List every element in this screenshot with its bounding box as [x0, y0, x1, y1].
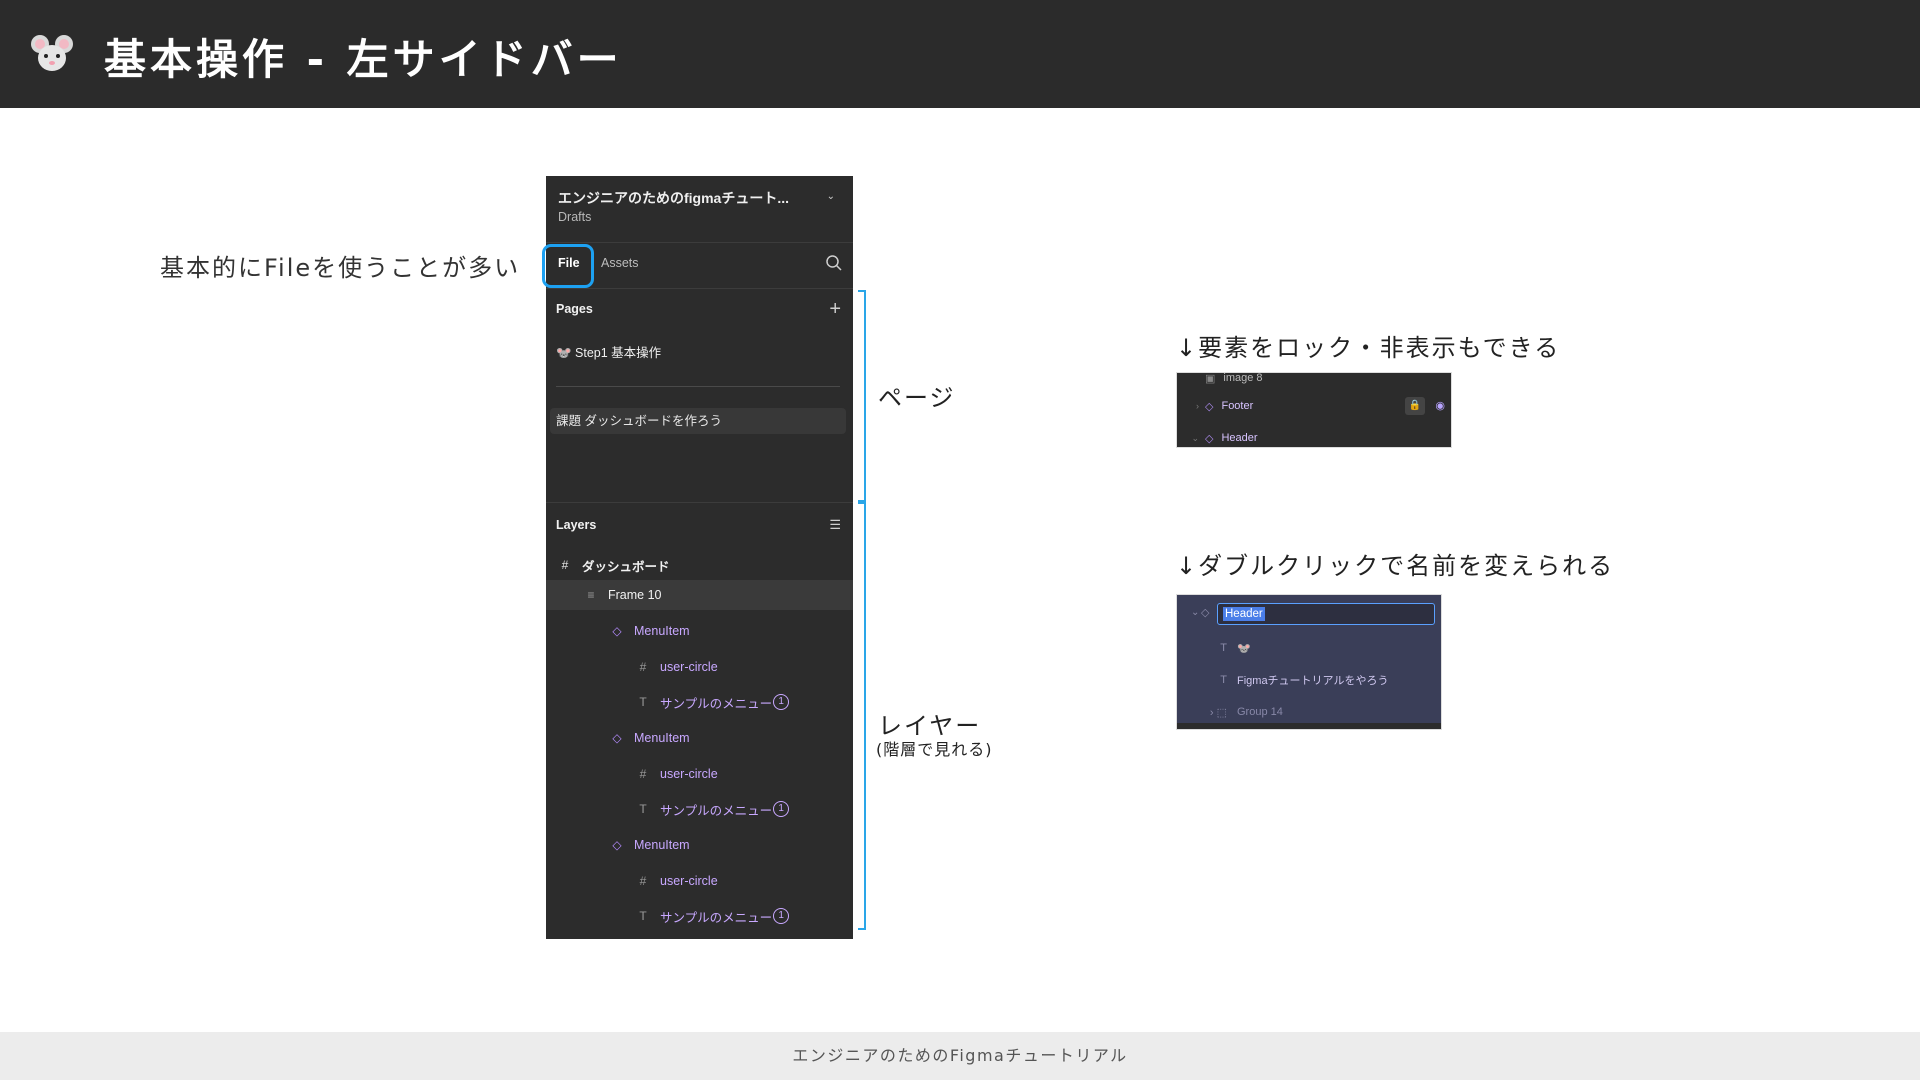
rename-input[interactable]: Header: [1217, 603, 1435, 625]
layer-row[interactable]: T サンプルのメニュー 1: [546, 794, 853, 824]
group-icon: › ⬚: [1209, 706, 1227, 719]
page-divider: [556, 386, 840, 387]
file-tab-highlight: [542, 244, 594, 288]
file-name[interactable]: エンジニアのためのfigmaチュート...: [558, 188, 789, 208]
pages-note: ページ: [878, 384, 956, 412]
page-title: 基本操作 - 左サイドバー: [104, 35, 623, 84]
title-bar: 基本操作 - 左サイドバー: [0, 0, 1920, 108]
layer-name: Header: [1221, 432, 1258, 444]
panel-edge: [1177, 723, 1441, 729]
component-icon: ◇: [1205, 432, 1214, 445]
component-icon: ◇: [612, 731, 622, 745]
layer-name: MenuItem: [634, 624, 690, 638]
layer-row: ⌄ ◇ Header: [1177, 425, 1451, 447]
layer-row: ▣ image 8: [1177, 372, 1451, 391]
layer-row[interactable]: # user-circle: [546, 759, 853, 789]
component-icon: ◇: [1201, 607, 1210, 619]
chevron-right-icon: ›: [1196, 401, 1199, 411]
lock-icon: 🔒: [1405, 397, 1425, 415]
layer-row: › ◇ Footer 🔒 ◉: [1177, 393, 1451, 419]
rename-screenshot: ⌄ ◇ Header T 🐭 T Figmaチュートリアルをやろう › ⬚ Gr…: [1176, 594, 1442, 730]
text-icon: T: [1220, 642, 1227, 654]
layer-badge: 1: [773, 694, 790, 710]
divider: [546, 502, 853, 503]
layer-name: ダッシュボード: [582, 559, 670, 574]
layer-name: MenuItem: [634, 731, 690, 745]
layer-row: T Figmaチュートリアルをやろう: [1177, 667, 1441, 693]
layer-row[interactable]: ≡ Frame 10: [546, 580, 853, 610]
layer-name: サンプルのメニュー: [660, 696, 773, 711]
frame-icon: #: [561, 558, 569, 572]
lock-hide-note: ↓要素をロック・非表示もできる: [1176, 334, 1561, 362]
search-icon[interactable]: [825, 254, 843, 272]
figma-left-sidebar: エンジニアのためのfigmaチュート... ⌄ Drafts File Asse…: [546, 176, 853, 939]
layer-badge: 1: [773, 908, 790, 924]
file-location: Drafts: [558, 210, 592, 224]
lock-hide-screenshot: ▣ image 8 › ◇ Footer 🔒 ◉ ⌄ ◇ Header: [1176, 372, 1452, 448]
layer-name: Figmaチュートリアルをやろう: [1237, 675, 1389, 687]
layer-name: サンプルのメニュー: [660, 803, 773, 818]
divider: [546, 242, 853, 243]
layer-name: MenuItem: [634, 838, 690, 852]
page-item[interactable]: 課題 ダッシュボードを作ろう: [550, 408, 846, 434]
text-icon: T: [639, 695, 647, 709]
page-item[interactable]: 🐭 Step1 基本操作: [556, 342, 661, 361]
layer-row[interactable]: ◇ MenuItem: [546, 830, 853, 860]
file-tab-note: 基本的にFileを使うことが多い: [160, 254, 521, 282]
layer-row[interactable]: ◇ MenuItem: [546, 616, 853, 646]
chevron-down-icon: ⌄: [1191, 432, 1199, 443]
layer-name: Footer: [1221, 400, 1254, 412]
frame-icon: #: [639, 874, 647, 888]
layer-row[interactable]: ◇ MenuItem: [546, 723, 853, 753]
divider: [546, 288, 853, 289]
layer-row[interactable]: T サンプルのメニュー 1: [546, 901, 853, 931]
layer-name: Group 14: [1237, 706, 1283, 718]
frame-icon: #: [639, 660, 647, 674]
layer-name: image 8: [1223, 372, 1263, 384]
layer-name: user-circle: [660, 660, 718, 674]
pages-heading: Pages: [556, 302, 593, 316]
footer: エンジニアのためのFigmaチュートリアル: [0, 1032, 1920, 1080]
layer-name: Frame 10: [608, 588, 662, 602]
chevron-down-icon: ⌄: [1191, 607, 1200, 618]
rename-note: ↓ダブルクリックで名前を変えられる: [1176, 552, 1615, 580]
autolayout-icon: ≡: [587, 588, 595, 602]
text-icon: T: [639, 909, 647, 923]
component-icon: ◇: [612, 624, 622, 638]
layer-badge: 1: [773, 801, 790, 817]
layer-name: user-circle: [660, 874, 718, 888]
chevron-down-icon[interactable]: ⌄: [827, 191, 835, 202]
tab-assets[interactable]: Assets: [601, 256, 639, 270]
layer-row[interactable]: # user-circle: [546, 866, 853, 896]
layer-row[interactable]: # user-circle: [546, 652, 853, 682]
mouse-face-icon: [31, 35, 73, 71]
component-icon: ◇: [1205, 400, 1214, 413]
eye-icon: ◉: [1435, 400, 1445, 412]
text-icon: T: [639, 802, 647, 816]
collapse-layers-icon[interactable]: ☰: [829, 517, 841, 533]
selected-text: Header: [1223, 607, 1265, 621]
text-icon: T: [1220, 674, 1227, 686]
layers-subnote: (階層で見れる): [876, 740, 993, 759]
component-icon: ◇: [612, 838, 622, 852]
add-page-icon[interactable]: +: [829, 299, 841, 319]
layer-name: 🐭: [1237, 642, 1251, 655]
image-icon: ▣: [1205, 372, 1216, 385]
pages-bracket: [858, 290, 866, 502]
layer-row[interactable]: T サンプルのメニュー 1: [546, 687, 853, 717]
layer-row: T 🐭: [1177, 635, 1441, 661]
layer-row[interactable]: # ダッシュボード: [546, 550, 853, 580]
layers-heading: Layers: [556, 518, 597, 532]
frame-icon: #: [639, 767, 647, 781]
layers-bracket: [858, 502, 866, 930]
layer-row: › ⬚ Group 14: [1177, 699, 1441, 725]
layer-name: サンプルのメニュー: [660, 910, 773, 925]
layer-name: user-circle: [660, 767, 718, 781]
